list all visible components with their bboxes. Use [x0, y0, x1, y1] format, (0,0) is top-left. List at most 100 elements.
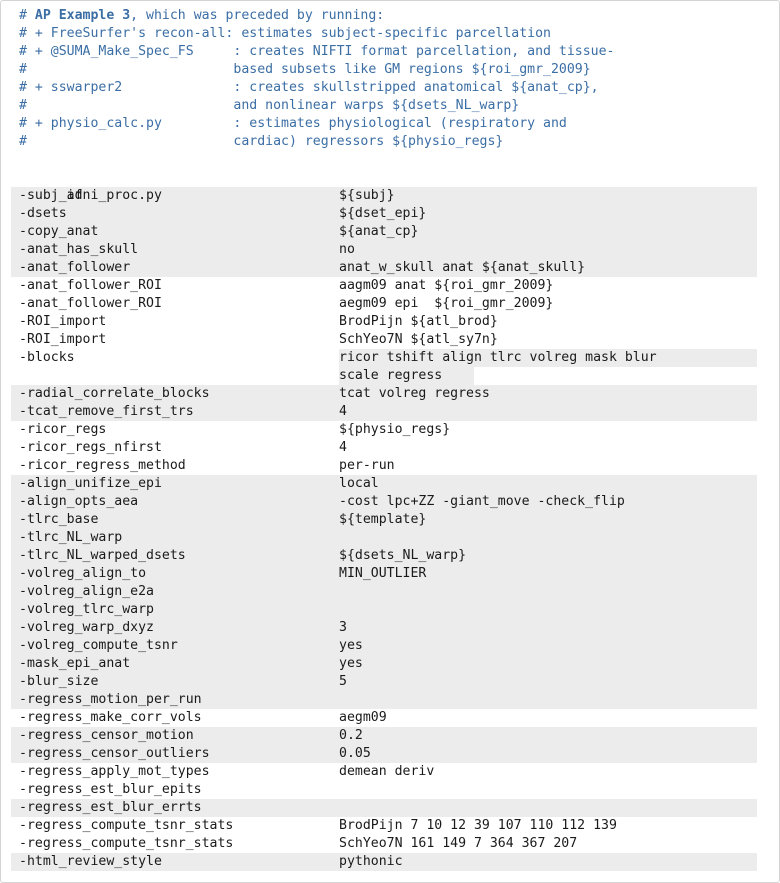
- comment-line: # + FreeSurfer's recon-all: estimates su…: [1, 25, 779, 43]
- option-flag: -tlrc_base: [19, 512, 99, 527]
- option-flag: -volreg_warp_dxyz: [19, 620, 154, 635]
- option-line: -volreg_compute_tsnryes\: [1, 637, 779, 655]
- option-line: -tlrc_NL_warped_dsets${dsets_NL_warp}\: [1, 547, 779, 565]
- option-value: 4: [339, 404, 347, 419]
- option-flag: -regress_censor_outliers: [19, 746, 210, 761]
- comment-line: # based subsets like GM regions ${roi_gm…: [1, 61, 779, 79]
- option-line: -ROI_importBrodPijn ${atl_brod}\: [1, 313, 779, 331]
- option-value: pythonic: [339, 854, 403, 869]
- option-flag: -anat_has_skull: [19, 242, 139, 257]
- option-line: -radial_correlate_blocks tcat volreg regr…: [1, 385, 779, 403]
- option-line: -regress_censor_motion0.2\: [1, 727, 779, 745]
- option-line: -html_review_style pythonic: [1, 853, 779, 871]
- option-value: aagm09 anat ${roi_gmr_2009}: [339, 278, 554, 293]
- option-flag: -html_review_style: [19, 854, 162, 869]
- comment-hash: #: [19, 98, 35, 113]
- option-flag: -ROI_import: [19, 332, 107, 347]
- option-flag: -subj_id: [19, 188, 83, 203]
- option-line: -copy_anat${anat_cp}\: [1, 223, 779, 241]
- option-line: -subj_id${subj}\: [1, 187, 779, 205]
- option-flag: -align_opts_aea: [19, 494, 139, 509]
- option-value: ${dsets_NL_warp}: [339, 548, 467, 563]
- comment-hash: #: [19, 8, 35, 23]
- option-line: -regress_compute_tsnr_stats SchYeo7N 161 …: [1, 835, 779, 853]
- option-value: yes: [339, 656, 363, 671]
- option-value: ${template}: [339, 512, 427, 527]
- option-value: aegm09 epi ${roi_gmr_2009}: [339, 296, 554, 311]
- option-flag: -radial_correlate_blocks: [19, 386, 210, 401]
- option-line: -tlrc_NL_warp\: [1, 529, 779, 547]
- option-line: -anat_follower_ROI aegm09 epi ${roi_gmr_2…: [1, 295, 779, 313]
- option-line: -anat_has_skullno\: [1, 241, 779, 259]
- comment-body: @SUMA_Make_Spec_FS : creates NIFTI forma…: [50, 44, 615, 59]
- option-value: ${dset_epi}: [339, 206, 427, 221]
- option-flag: -regress_motion_per_run: [19, 692, 202, 707]
- option-value: -cost lpc+ZZ -giant_move -check_flip: [339, 494, 625, 509]
- comment-hash: # +: [19, 26, 51, 41]
- option-value: yes: [339, 638, 363, 653]
- option-line: -align_opts_aea -cost lpc+ZZ -giant_move …: [1, 493, 779, 511]
- option-line: -anat_follower_ROI aagm09 anat ${roi_gmr_…: [1, 277, 779, 295]
- option-line: -tlrc_base${template}\: [1, 511, 779, 529]
- option-flag: -dsets: [19, 206, 67, 221]
- option-line: scale regress\: [1, 367, 779, 385]
- comment-hash: # +: [19, 80, 51, 95]
- option-value: ricor tshift align tlrc volreg mask blur: [339, 350, 657, 365]
- option-flag: -anat_follower_ROI: [19, 278, 162, 293]
- option-line: -regress_motion_per_run\: [1, 691, 779, 709]
- option-value: 3: [339, 620, 347, 635]
- comment-line: # cardiac) regressors ${physio_regs}: [1, 133, 779, 151]
- option-flag: -regress_censor_motion: [19, 728, 194, 743]
- option-line: -regress_est_blur_epits\: [1, 781, 779, 799]
- option-flag: -anat_follower: [19, 260, 131, 275]
- option-line: -volreg_tlrc_warp\: [1, 601, 779, 619]
- comment-body: FreeSurfer's recon-all: estimates subjec…: [50, 26, 551, 41]
- code-surface: # AP Example 3, which was preceded by ru…: [1, 1, 779, 882]
- option-flag: -blur_size: [19, 674, 99, 689]
- option-flag: -volreg_tlrc_warp: [19, 602, 154, 617]
- option-flag: -ricor_regress_method: [19, 458, 186, 473]
- comment-hash: #: [19, 134, 35, 149]
- comment-body: cardiac) regressors ${physio_regs}: [34, 134, 504, 149]
- option-value: 4: [339, 440, 347, 455]
- comment-text: # + FreeSurfer's recon-all: estimates su…: [19, 26, 551, 41]
- option-line: -tcat_remove_first_trs4\: [1, 403, 779, 421]
- option-value: SchYeo7N ${atl_sy7n}: [339, 332, 498, 347]
- header-comment-block: # AP Example 3, which was preceded by ru…: [1, 7, 779, 151]
- option-line: -volreg_align_e2a\: [1, 583, 779, 601]
- option-flag: -tlrc_NL_warped_dsets: [19, 548, 186, 563]
- option-value: per-run: [339, 458, 395, 473]
- option-flag: -regress_apply_mot_types: [19, 764, 210, 779]
- option-line: -anat_follower anat_w_skull anat ${anat_s…: [1, 259, 779, 277]
- option-value: 0.2: [339, 728, 363, 743]
- option-line: -ricor_regress_methodper-run\: [1, 457, 779, 475]
- comment-line: # + @SUMA_Make_Spec_FS : creates NIFTI f…: [1, 43, 779, 61]
- option-flag: -regress_est_blur_errts: [19, 800, 202, 815]
- option-flag: -volreg_align_e2a: [19, 584, 154, 599]
- option-line: -blocks ricor tshift align tlrc volreg ma…: [1, 349, 779, 367]
- option-flag: -volreg_align_to: [19, 566, 147, 581]
- option-value: ${subj}: [339, 188, 395, 203]
- option-flag: -regress_compute_tsnr_stats: [19, 836, 234, 851]
- option-line: -volreg_align_toMIN_OUTLIER\: [1, 565, 779, 583]
- comment-text: # + sswarper2 : creates skullstripped an…: [19, 80, 599, 95]
- option-flag: -anat_follower_ROI: [19, 296, 162, 311]
- example-title: AP Example 3: [34, 8, 131, 23]
- option-line: -regress_censor_outliers0.05\: [1, 745, 779, 763]
- option-flag: -blocks: [19, 350, 75, 365]
- option-flag: -ricor_regs_nfirst: [19, 440, 162, 455]
- option-flag: -regress_est_blur_epits: [19, 782, 202, 797]
- option-value: anat_w_skull anat ${anat_skull}: [339, 260, 586, 275]
- comment-text: # + physio_calc.py : estimates physiolog…: [19, 116, 567, 131]
- option-value: local: [339, 476, 379, 491]
- option-flag: -mask_epi_anat: [19, 656, 131, 671]
- comment-body: physio_calc.py : estimates physiological…: [50, 116, 567, 131]
- option-line: -volreg_warp_dxyz3\: [1, 619, 779, 637]
- option-flag: -copy_anat: [19, 224, 99, 239]
- option-value: BrodPijn ${atl_brod}: [339, 314, 498, 329]
- comment-hash: # +: [19, 44, 51, 59]
- comment-body: and nonlinear warps ${dsets_NL_warp}: [34, 98, 520, 113]
- option-line: -mask_epi_anatyes\: [1, 655, 779, 673]
- option-flag: -tcat_remove_first_trs: [19, 404, 194, 419]
- comment-text: # and nonlinear warps ${dsets_NL_warp}: [19, 98, 519, 113]
